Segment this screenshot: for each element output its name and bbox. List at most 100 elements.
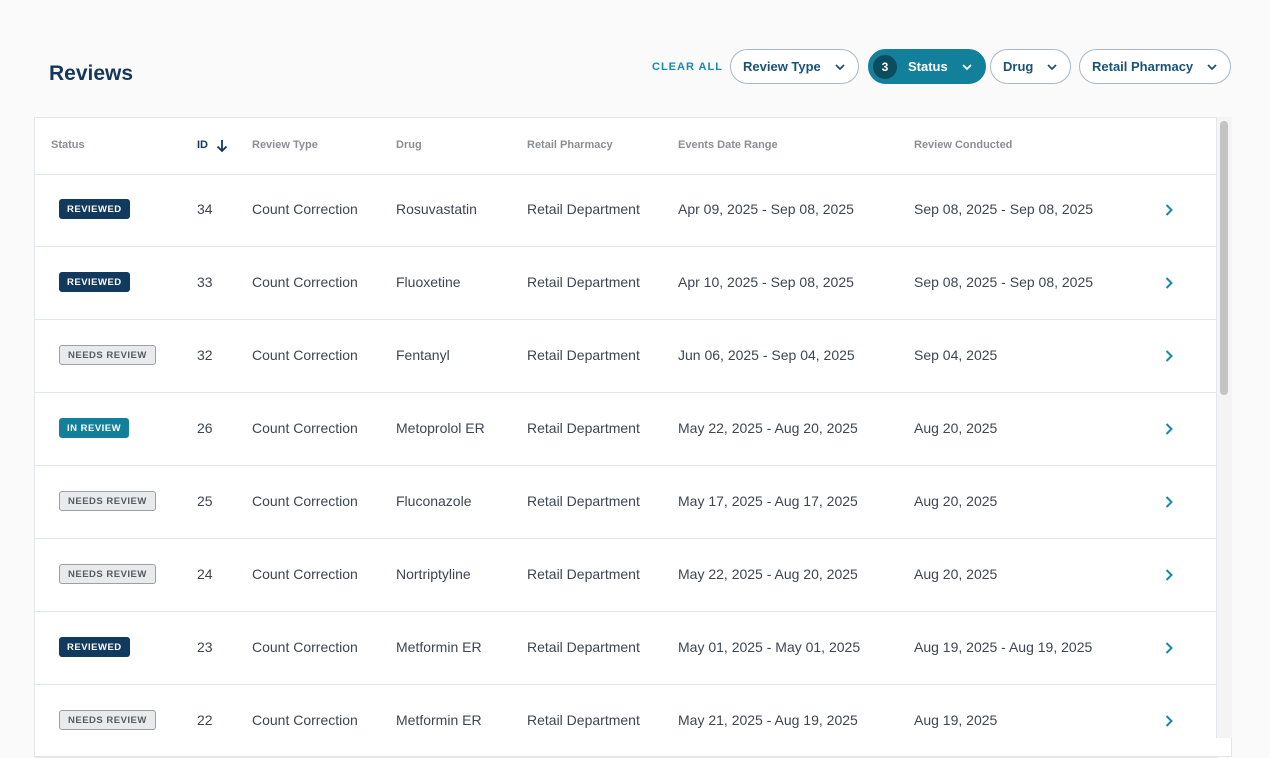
chevron-right-icon[interactable] — [1163, 275, 1175, 291]
review-conducted: Aug 20, 2025 — [914, 493, 998, 509]
review-conducted: Sep 08, 2025 - Sep 08, 2025 — [914, 201, 1094, 217]
review-type: Count Correction — [252, 639, 358, 655]
table-row[interactable]: IN REVIEW 26 Count Correction Metoprolol ER… — [35, 393, 1218, 466]
events-date-range: Apr 09, 2025 - Sep 08, 2025 — [678, 201, 854, 217]
review-id: 25 — [197, 493, 213, 509]
drug-name: Fluconazole — [396, 493, 472, 509]
drug-name: Fluoxetine — [396, 274, 461, 290]
drug-name: Metoprolol ER — [396, 420, 485, 436]
chevron-down-icon — [1047, 63, 1057, 70]
events-date-range: May 01, 2025 - May 01, 2025 — [678, 639, 861, 655]
drug-name: Nortriptyline — [396, 566, 471, 582]
chevron-right-icon[interactable] — [1163, 202, 1175, 218]
column-header-events-date-range[interactable]: Events Date Range — [678, 139, 778, 151]
drug-name: Metformin ER — [396, 639, 482, 655]
chevron-right-icon[interactable] — [1163, 567, 1175, 583]
status-badge: NEEDS REVIEW — [59, 345, 156, 365]
sort-descending-icon — [216, 140, 228, 153]
review-id: 23 — [197, 639, 213, 655]
review-type: Count Correction — [252, 274, 358, 290]
status-badge: NEEDS REVIEW — [59, 710, 156, 730]
column-header-retail-pharmacy[interactable]: Retail Pharmacy — [527, 139, 613, 151]
retail-pharmacy: Retail Department — [527, 347, 640, 363]
events-date-range: May 22, 2025 - Aug 20, 2025 — [678, 420, 858, 436]
table-row[interactable]: NEEDS REVIEW 25 Count Correction Fluconazol… — [35, 466, 1218, 539]
review-id: 26 — [197, 420, 213, 436]
column-header-id[interactable]: ID — [197, 139, 228, 153]
column-header-id-label: ID — [197, 139, 208, 151]
column-header-review-conducted[interactable]: Review Conducted — [914, 139, 1012, 151]
chevron-down-icon — [962, 63, 972, 70]
events-date-range: May 17, 2025 - Aug 17, 2025 — [678, 493, 858, 509]
chevron-right-icon[interactable] — [1163, 713, 1175, 729]
review-type-filter[interactable]: Review Type — [730, 49, 859, 84]
review-id: 33 — [197, 274, 213, 290]
chevron-right-icon[interactable] — [1163, 494, 1175, 510]
clear-all-button[interactable]: CLEAR ALL — [652, 61, 723, 73]
status-badge: IN REVIEW — [59, 418, 130, 438]
status-badge: NEEDS REVIEW — [59, 564, 156, 584]
retail-pharmacy-filter[interactable]: Retail Pharmacy — [1079, 49, 1232, 84]
review-type-filter-label: Review Type — [743, 59, 821, 74]
review-conducted: Aug 20, 2025 — [914, 420, 998, 436]
review-id: 34 — [197, 201, 213, 217]
retail-pharmacy-filter-label: Retail Pharmacy — [1092, 59, 1194, 74]
table-row[interactable]: NEEDS REVIEW 32 Count Correction Fentanyl Re… — [35, 320, 1218, 393]
review-conducted: Aug 20, 2025 — [914, 566, 998, 582]
retail-pharmacy: Retail Department — [527, 493, 640, 509]
chevron-down-icon — [835, 63, 845, 70]
reviews-table: Status ID Review Type Drug Retail Pharma… — [34, 117, 1232, 758]
column-header-review-type[interactable]: Review Type — [252, 139, 318, 151]
events-date-range: May 22, 2025 - Aug 20, 2025 — [678, 566, 858, 582]
table-row[interactable]: REVIEWED 23 Count Correction Metformin ER Re… — [35, 612, 1218, 685]
review-id: 22 — [197, 712, 213, 728]
review-conducted: Sep 04, 2025 — [914, 347, 998, 363]
vertical-scrollbar[interactable] — [1216, 117, 1232, 738]
review-type: Count Correction — [252, 347, 358, 363]
review-type: Count Correction — [252, 201, 358, 217]
retail-pharmacy: Retail Department — [527, 274, 640, 290]
chevron-right-icon[interactable] — [1163, 421, 1175, 437]
events-date-range: Jun 06, 2025 - Sep 04, 2025 — [678, 347, 855, 363]
review-type: Count Correction — [252, 493, 358, 509]
review-id: 32 — [197, 347, 213, 363]
status-badge: REVIEWED — [59, 199, 130, 219]
drug-name: Fentanyl — [396, 347, 450, 363]
table-row[interactable]: NEEDS REVIEW 24 Count Correction Nortriptyl… — [35, 539, 1218, 612]
status-badge: REVIEWED — [59, 637, 130, 657]
page-title: Reviews — [49, 62, 134, 85]
status-filter-label: Status — [908, 59, 948, 74]
table-header: Status ID Review Type Drug Retail Pharma… — [35, 118, 1218, 175]
review-type: Count Correction — [252, 566, 358, 582]
column-header-status[interactable]: Status — [51, 139, 85, 151]
chevron-right-icon[interactable] — [1163, 348, 1175, 364]
review-conducted: Aug 19, 2025 - Aug 19, 2025 — [914, 639, 1093, 655]
column-header-drug[interactable]: Drug — [396, 139, 422, 151]
drug-filter-label: Drug — [1003, 59, 1034, 74]
retail-pharmacy: Retail Department — [527, 566, 640, 582]
status-badge: NEEDS REVIEW — [59, 491, 156, 511]
drug-filter[interactable]: Drug — [990, 49, 1072, 84]
status-badge: REVIEWED — [59, 272, 130, 292]
retail-pharmacy: Retail Department — [527, 712, 640, 728]
scrollbar-thumb[interactable] — [1220, 121, 1228, 395]
review-type: Count Correction — [252, 712, 358, 728]
review-conducted: Sep 08, 2025 - Sep 08, 2025 — [914, 274, 1094, 290]
drug-name: Metformin ER — [396, 712, 482, 728]
table-row[interactable]: NEEDS REVIEW 22 Count Correction Metformin … — [35, 685, 1218, 758]
chevron-down-icon — [1207, 63, 1217, 70]
status-filter-count-badge: 3 — [873, 54, 897, 79]
table-row[interactable]: REVIEWED 33 Count Correction Fluoxetine Reta… — [35, 247, 1218, 320]
events-date-range: Apr 10, 2025 - Sep 08, 2025 — [678, 274, 854, 290]
review-conducted: Aug 19, 2025 — [914, 712, 998, 728]
retail-pharmacy: Retail Department — [527, 420, 640, 436]
review-type: Count Correction — [252, 420, 358, 436]
review-id: 24 — [197, 566, 213, 582]
status-filter[interactable]: 3 Status — [868, 49, 986, 84]
retail-pharmacy: Retail Department — [527, 201, 640, 217]
table-row[interactable]: REVIEWED 34 Count Correction Rosuvastatin Re… — [35, 174, 1218, 247]
drug-name: Rosuvastatin — [396, 201, 477, 217]
events-date-range: May 21, 2025 - Aug 19, 2025 — [678, 712, 858, 728]
chevron-right-icon[interactable] — [1163, 640, 1175, 656]
retail-pharmacy: Retail Department — [527, 639, 640, 655]
